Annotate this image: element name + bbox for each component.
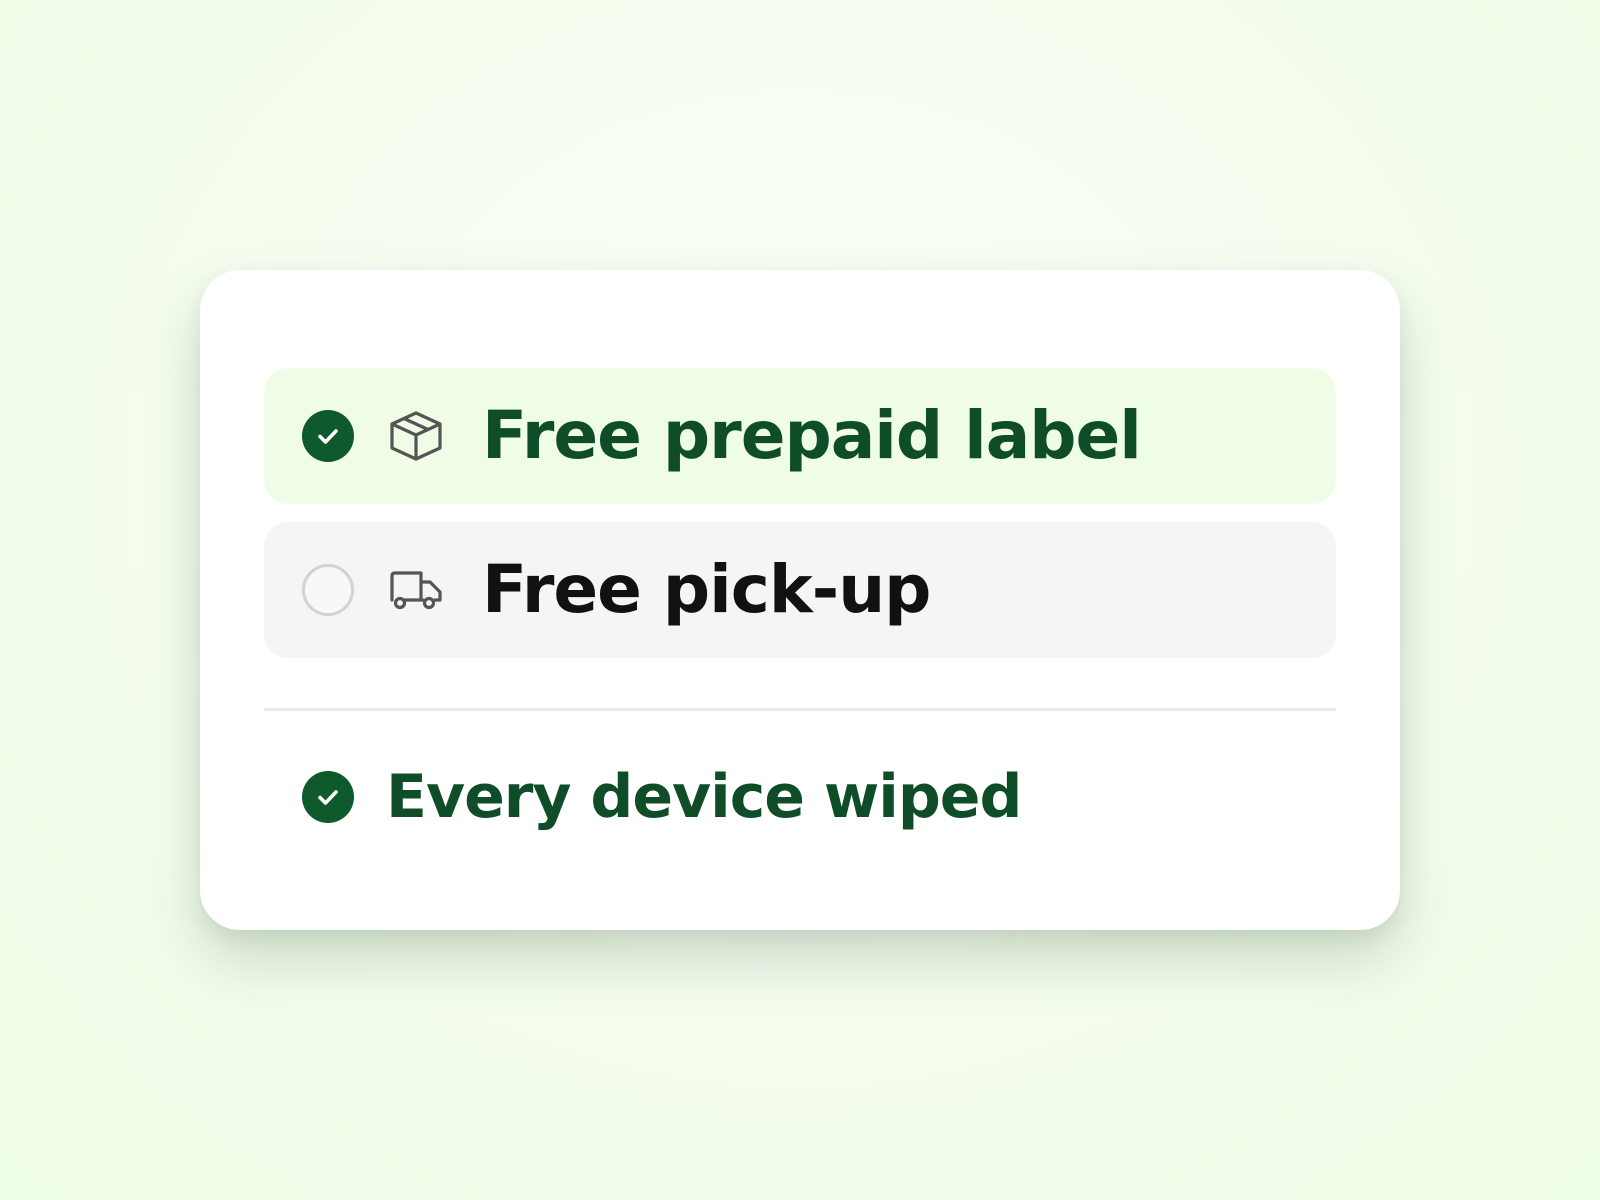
check-circle-icon — [302, 771, 354, 823]
box-icon — [388, 408, 444, 464]
option-label: Free pick-up — [482, 551, 931, 628]
truck-icon — [388, 562, 444, 618]
option-label: Free prepaid label — [482, 397, 1142, 474]
option-free-prepaid-label[interactable]: Free prepaid label — [264, 368, 1336, 504]
radio-empty-icon — [302, 564, 354, 616]
radio-checked-icon — [302, 410, 354, 462]
divider — [264, 708, 1336, 711]
option-free-pick-up[interactable]: Free pick-up — [264, 522, 1336, 658]
shipping-options-card: Free prepaid label Free pick-up Every de… — [200, 270, 1400, 930]
feature-label: Every device wiped — [386, 762, 1022, 832]
